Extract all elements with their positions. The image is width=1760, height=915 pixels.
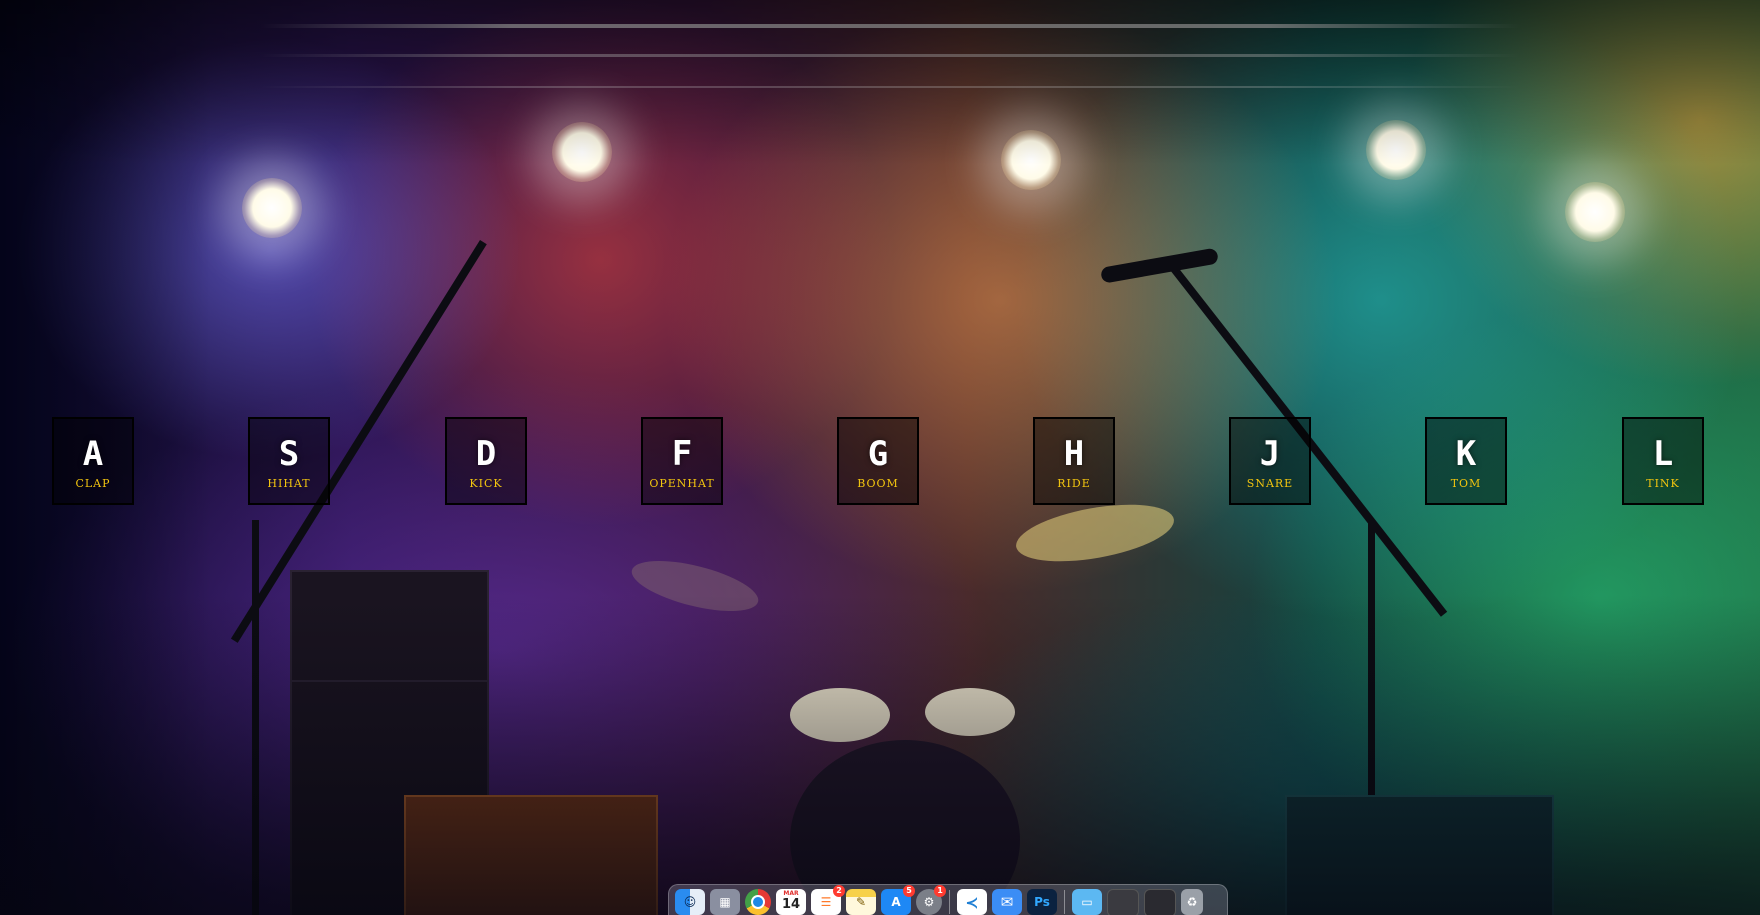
window-thumbnail-icon[interactable]: [1107, 889, 1139, 915]
drum-kit-stage: A clap S hihat D kick F openhat G boom H…: [0, 0, 1760, 915]
calendar-day: 14: [781, 897, 801, 912]
notification-badge: 1: [934, 885, 946, 897]
key-letter: L: [1652, 434, 1674, 474]
drum-key-f[interactable]: F openhat: [641, 417, 723, 505]
drum-key-k[interactable]: K tom: [1425, 417, 1507, 505]
drum-key-l[interactable]: L tink: [1622, 417, 1704, 505]
drum-key-d[interactable]: D kick: [445, 417, 527, 505]
calendar-month: MAR: [783, 890, 799, 897]
key-sound-label: snare: [1246, 477, 1294, 490]
key-letter: G: [867, 434, 889, 474]
reminders-icon[interactable]: ☰ 2: [811, 885, 845, 915]
notification-badge: 5: [903, 885, 915, 897]
macos-dock: ☺ ▦ MAR 14 ☰ 2 ✎ A 5 ⚙ 1 ≺ ✉ Ps ▭ ♻: [668, 884, 1228, 915]
key-letter: H: [1063, 434, 1085, 474]
chrome-icon[interactable]: [745, 889, 771, 915]
launchpad-icon[interactable]: ▦: [710, 889, 740, 915]
notification-badge: 2: [833, 885, 845, 897]
notes-icon[interactable]: ✎: [846, 889, 876, 915]
finder-icon[interactable]: ☺: [675, 889, 705, 915]
key-letter: A: [82, 434, 104, 474]
key-letter: S: [278, 434, 300, 474]
trash-icon[interactable]: ♻: [1181, 889, 1203, 915]
drum-key-h[interactable]: H ride: [1033, 417, 1115, 505]
key-letter: J: [1259, 434, 1281, 474]
key-letter: D: [475, 434, 497, 474]
key-sound-label: hihat: [267, 477, 311, 490]
key-sound-label: ride: [1057, 477, 1091, 490]
key-sound-label: tom: [1450, 477, 1482, 490]
key-sound-label: clap: [75, 477, 111, 490]
drum-key-a[interactable]: A clap: [52, 417, 134, 505]
key-sound-label: tink: [1646, 477, 1680, 490]
vscode-icon[interactable]: ≺: [957, 889, 987, 915]
drum-key-j[interactable]: J snare: [1229, 417, 1311, 505]
key-sound-label: openhat: [649, 477, 715, 490]
key-letter: K: [1455, 434, 1477, 474]
dock-separator: [949, 890, 950, 914]
drum-keys: A clap S hihat D kick F openhat G boom H…: [0, 0, 1760, 915]
dock-separator: [1064, 890, 1065, 914]
key-sound-label: kick: [469, 477, 503, 490]
system-settings-icon[interactable]: ⚙ 1: [916, 885, 946, 915]
drum-key-g[interactable]: G boom: [837, 417, 919, 505]
key-sound-label: boom: [857, 477, 899, 490]
key-letter: F: [671, 434, 693, 474]
photoshop-icon[interactable]: Ps: [1027, 889, 1057, 915]
calendar-icon[interactable]: MAR 14: [776, 889, 806, 915]
window-thumbnail-icon[interactable]: [1144, 889, 1176, 915]
mail-icon[interactable]: ✉: [992, 889, 1022, 915]
app-store-icon[interactable]: A 5: [881, 885, 915, 915]
drum-key-s[interactable]: S hihat: [248, 417, 330, 505]
folder-icon[interactable]: ▭: [1072, 889, 1102, 915]
